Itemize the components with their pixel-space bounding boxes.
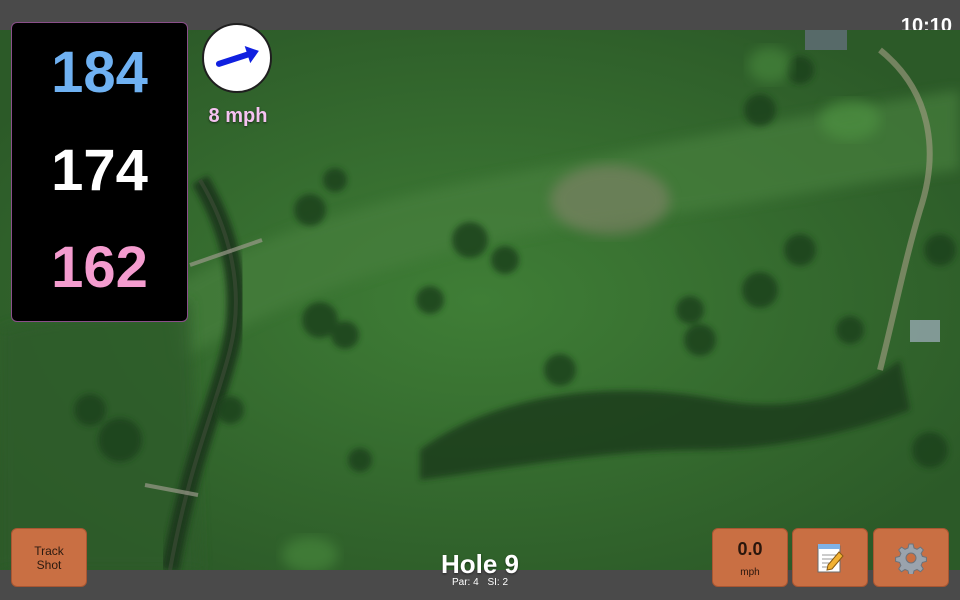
golf-gps-screen: 10:10 184 174 162 8 mph Track Shot Hole … <box>0 0 960 600</box>
wind-arrow-icon <box>215 46 259 67</box>
hole-meta: Par: 4 SI: 2 <box>380 577 580 588</box>
middle-distance: 174 <box>51 138 148 203</box>
speed-unit: mph <box>740 567 760 578</box>
wind-dial <box>202 23 272 93</box>
si-label: SI: 2 <box>487 577 509 588</box>
settings-button[interactable] <box>873 528 949 587</box>
track-shot-label-line1: Track <box>34 543 64 558</box>
distance-panel: 184 174 162 <box>11 22 188 322</box>
speed-button[interactable]: 0.0 mph <box>712 528 788 587</box>
gear-icon <box>895 543 927 574</box>
track-shot-button[interactable]: Track Shot <box>11 528 87 587</box>
front-distance: 162 <box>51 235 148 300</box>
notes-button[interactable] <box>792 528 868 587</box>
par-label: Par: 4 <box>451 577 479 588</box>
notepad-icon <box>817 543 844 572</box>
speed-value: 0.0 <box>737 539 763 559</box>
back-distance: 184 <box>51 40 148 105</box>
wind-speed: 8 mph <box>208 105 268 127</box>
track-shot-label-line2: Shot <box>36 557 62 572</box>
hole-title: Hole 9 <box>440 549 520 579</box>
